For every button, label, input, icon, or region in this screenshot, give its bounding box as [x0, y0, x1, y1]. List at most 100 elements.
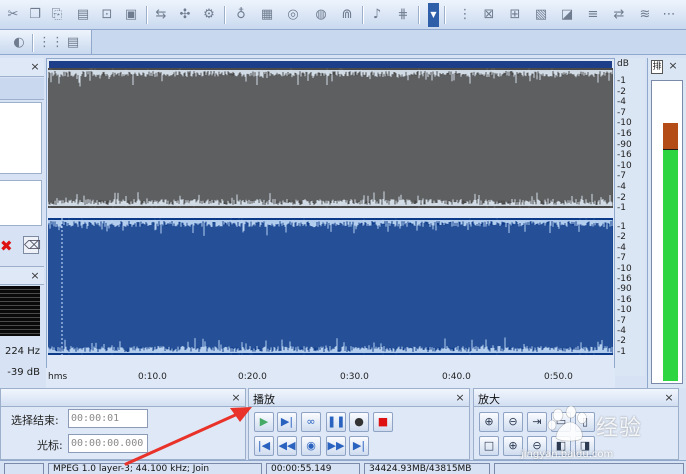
broadcast-icon[interactable]: ◍	[312, 6, 330, 24]
playback-panel-header: 播放 ×	[249, 389, 469, 407]
cut-icon[interactable]: ✂	[4, 6, 22, 24]
fast-forward-button[interactable]: ▶▶	[326, 436, 346, 456]
zoom-selection-button[interactable]: ⇥	[527, 412, 547, 432]
fade-icon[interactable]: ⊠	[480, 6, 498, 24]
meter-gridline	[0, 297, 40, 298]
db-tick-label: -2	[617, 86, 626, 97]
meter-gridline	[0, 325, 40, 326]
main-toolbar: ✂ ❐ ⎘ ▤ ⊡ ▣ ⇆ ✣ ⚙ ♁ ▦ ◎ ◍ ⋒ ♪ ⋕ ▼ ⋮ ⊠ ⊞ …	[0, 0, 686, 30]
eq-icon[interactable]: ≡	[584, 6, 602, 24]
record-button[interactable]: ●	[349, 412, 369, 432]
waveform-envelope	[48, 218, 613, 355]
waveform-envelope	[48, 68, 613, 208]
secondary-toolbar: ◐ ⋮⋮ ▤	[0, 30, 92, 55]
db-tick-label: -1	[617, 222, 626, 232]
go-end-button[interactable]: ▶|	[349, 436, 369, 456]
meter-gridline	[0, 313, 40, 314]
loop-button[interactable]: ∞	[301, 412, 321, 432]
db-tick-label: -4	[617, 97, 626, 108]
bottom-channel-waveform	[48, 218, 613, 355]
cursor-label: 光标:	[37, 439, 63, 452]
overview-bar[interactable]	[49, 61, 612, 68]
db-tick-label: -2	[617, 336, 626, 347]
meter-pin-icon[interactable]: 排	[651, 60, 663, 74]
time-label: 0:40.0	[442, 372, 471, 382]
normalize-icon[interactable]: ⊞	[506, 6, 524, 24]
close-icon[interactable]: ×	[29, 270, 41, 282]
db-tick-label: -7	[617, 315, 626, 326]
zoom-panel-header: 放大 ×	[474, 389, 678, 407]
play-to-end-button[interactable]: ▶|	[277, 412, 297, 432]
close-icon[interactable]: ×	[663, 392, 675, 404]
status-bar: MPEG 1.0 layer-3; 44.100 kHz; Join 00:00…	[0, 460, 686, 474]
meter-gridline	[0, 321, 40, 322]
waveform-display[interactable]	[48, 68, 613, 368]
db-tick-label: -1	[617, 76, 626, 86]
file-panel-subheader	[0, 78, 44, 100]
db-tick-label: -16	[617, 150, 632, 161]
baidu-paw-logo	[547, 406, 587, 442]
amplify-icon[interactable]: ▧	[532, 6, 550, 24]
watermark-brand: 经验	[596, 416, 643, 441]
spectrum-icon[interactable]: ⋕	[394, 6, 412, 24]
meter-gridline	[0, 333, 40, 334]
paste-icon[interactable]: ⎘	[48, 6, 66, 24]
stop-button[interactable]: ■	[373, 412, 393, 432]
reverse-icon[interactable]: ⇄	[610, 6, 628, 24]
selection-end-label: 选择结束:	[11, 414, 59, 427]
crop-icon[interactable]: ⊡	[98, 6, 116, 24]
zoom-in-button[interactable]: ⊕	[479, 412, 499, 432]
db-tick-label: -1	[617, 346, 626, 357]
zoom-out-button[interactable]: ⊖	[503, 412, 523, 432]
select-icon[interactable]: ▣	[122, 6, 140, 24]
close-icon[interactable]: ×	[29, 61, 41, 73]
marker-icon[interactable]: ⋮	[456, 6, 474, 24]
meter-gridline	[0, 301, 40, 302]
globe-icon[interactable]: ◐	[10, 34, 28, 52]
db-tick-label: -7	[617, 253, 626, 264]
zoom-full-button[interactable]: □	[479, 436, 499, 456]
cd-icon[interactable]: ◎	[284, 6, 302, 24]
grid-icon[interactable]: ⋮⋮	[38, 34, 64, 52]
tools-icon[interactable]: ⚙	[200, 6, 218, 24]
trim-icon[interactable]: ⇆	[152, 6, 170, 24]
meter-gridline	[0, 329, 40, 330]
mix-paste-icon[interactable]: ▤	[74, 6, 92, 24]
watermark-url: jingyan.baidu.com	[521, 449, 614, 460]
play-cursor-button[interactable]: ◉	[301, 436, 321, 456]
chorus-icon[interactable]: ⋒	[338, 6, 356, 24]
db-tick-label: -16	[617, 129, 632, 139]
db-tick-label: -90	[617, 139, 632, 150]
stretch-icon[interactable]: ◪	[558, 6, 576, 24]
close-icon[interactable]: ×	[454, 392, 466, 404]
status-cell-extra	[494, 463, 684, 474]
close-icon[interactable]: ×	[667, 60, 679, 72]
more-icon[interactable]: ⋯	[660, 6, 678, 24]
noise-icon[interactable]: ≋	[636, 6, 654, 24]
copy-icon[interactable]: ❐	[26, 6, 44, 24]
db-tick-label: -4	[617, 242, 626, 253]
file-list[interactable]	[0, 102, 42, 174]
spectrum-panel-header: ×	[0, 266, 44, 285]
delete-icon[interactable]: ✖	[0, 238, 14, 254]
mp3-icon[interactable]: ▤	[64, 34, 82, 52]
effects-icon[interactable]: ✣	[176, 6, 194, 24]
toolbar-dropdown-icon[interactable]: ▼	[428, 3, 439, 27]
pause-button[interactable]: ❚❚	[326, 412, 346, 432]
trash-icon[interactable]: ⌫	[23, 236, 41, 254]
db-tick-label: -10	[617, 263, 632, 274]
rewind-button[interactable]: ◀◀	[277, 436, 297, 456]
time-ruler[interactable]: hms 0:10.0 0:20.0 0:30.0 0:40.0 0:50.0	[46, 368, 615, 388]
zoom-in-v-button[interactable]: ⊕	[503, 436, 523, 456]
save-icon[interactable]: ▦	[258, 6, 276, 24]
annotation-arrow	[124, 407, 252, 466]
filter-icon[interactable]: ♪	[368, 6, 386, 24]
db-readout: -39 dB	[7, 367, 40, 378]
db-tick-label: -4	[617, 326, 626, 336]
metronome-icon[interactable]: ♁	[232, 6, 250, 24]
level-meter-level	[663, 150, 678, 381]
file-panel-header: ×	[0, 58, 44, 77]
toolbar-empty-area	[92, 30, 686, 55]
status-duration: 00:00:55.149	[266, 463, 360, 474]
zoom-panel-title: 放大	[478, 393, 500, 406]
